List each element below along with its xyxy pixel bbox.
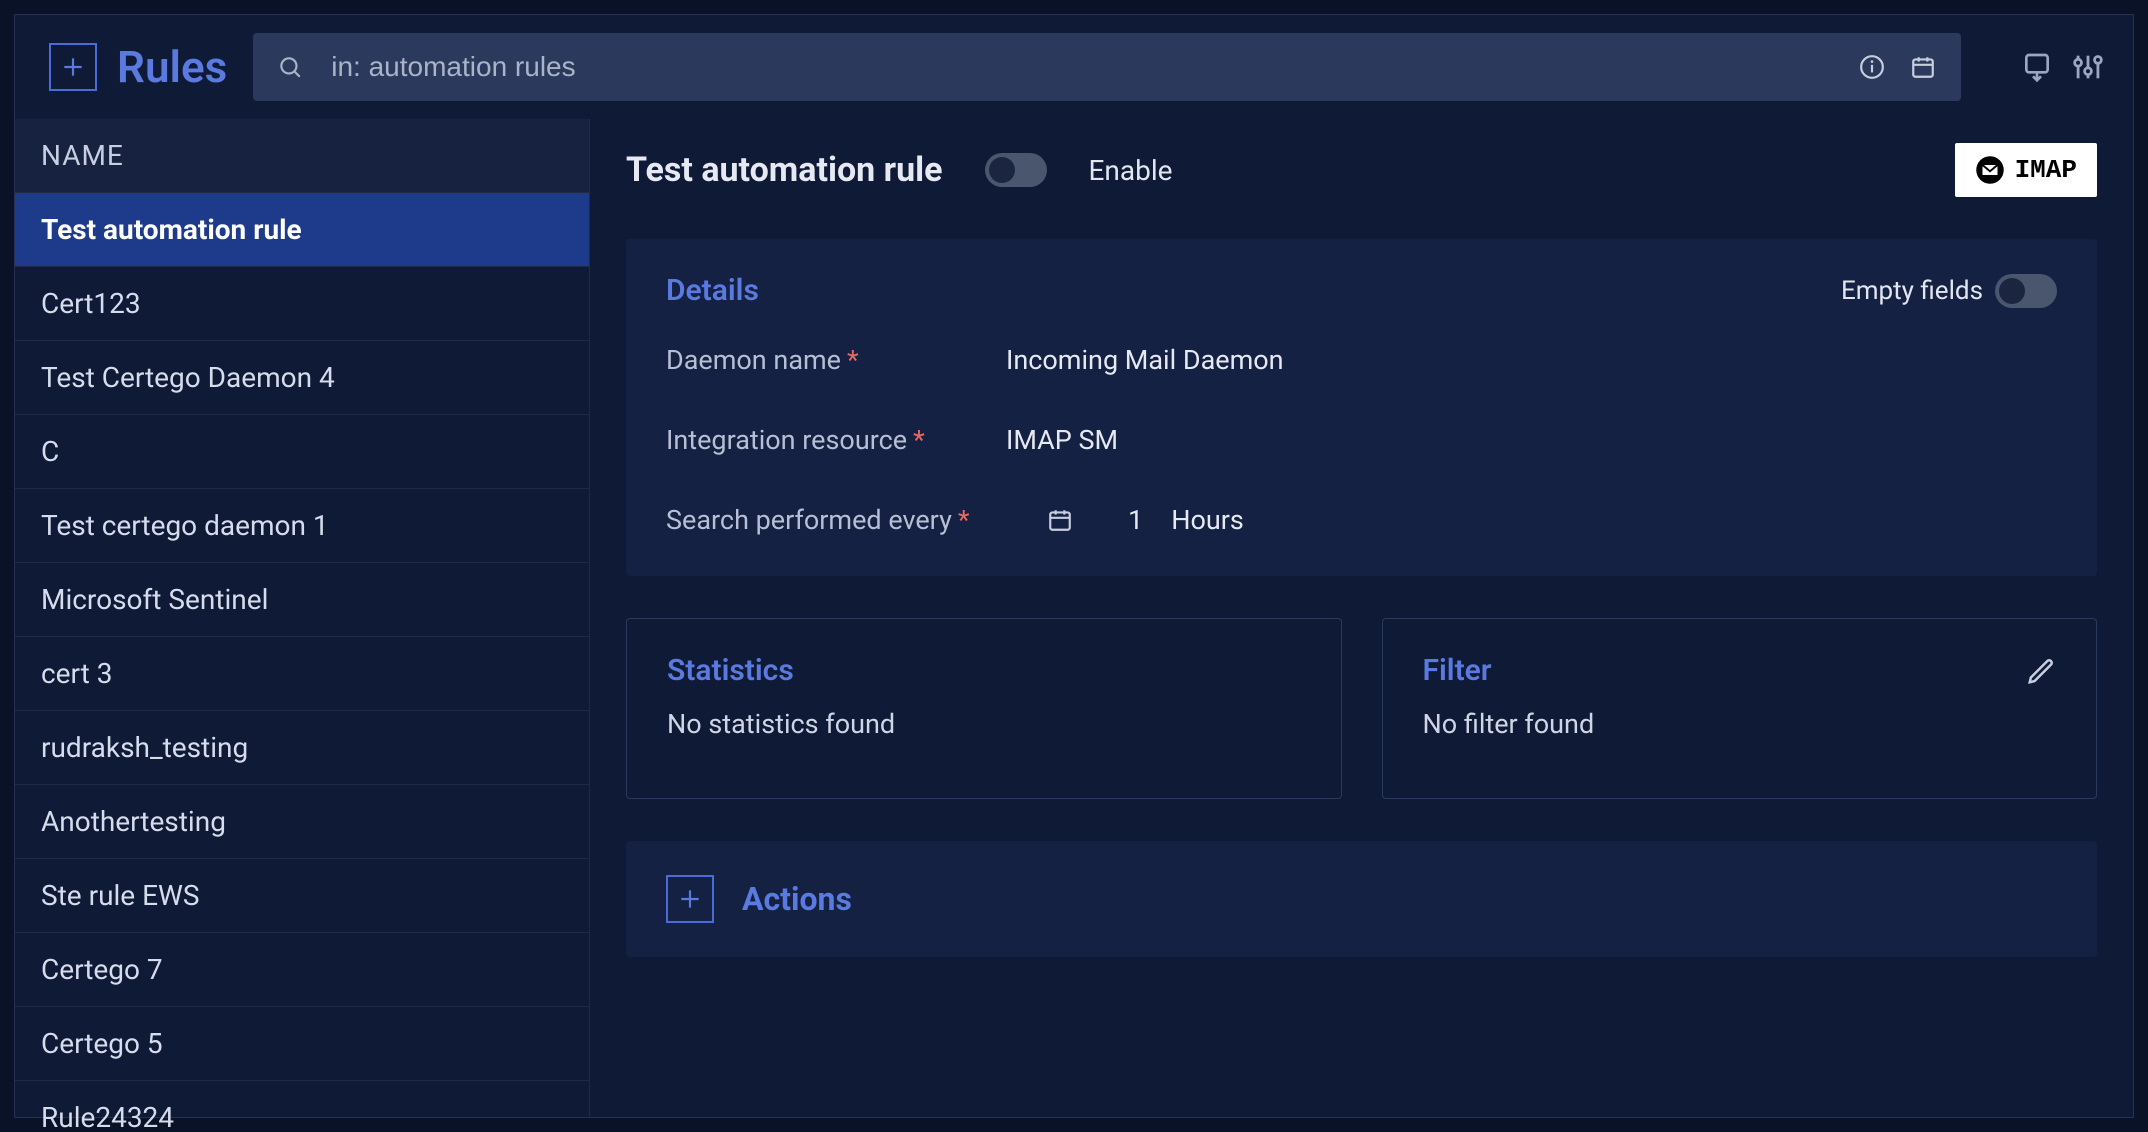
search-frequency-unit: Hours bbox=[1171, 504, 1244, 536]
rule-item[interactable]: C bbox=[15, 415, 589, 489]
rule-item[interactable]: Rule24324 bbox=[15, 1081, 589, 1132]
top-bar: Rules bbox=[15, 15, 2133, 119]
integration-badge: IMAP bbox=[1955, 143, 2097, 197]
rule-detail-pane: Test automation rule Enable IMAP bbox=[590, 119, 2133, 1117]
search-frequency-number: 1 bbox=[1128, 504, 1143, 536]
empty-fields-label: Empty fields bbox=[1841, 276, 1983, 306]
plus-icon bbox=[677, 886, 703, 912]
rule-title: Test automation rule bbox=[626, 150, 943, 190]
rules-sidebar: NAME Test automation rule Cert123 Test C… bbox=[15, 119, 590, 1117]
search-frequency-label: Search performed every* bbox=[666, 504, 1006, 536]
integration-resource-value: IMAP SM bbox=[1006, 424, 1118, 456]
settings-sliders-icon[interactable] bbox=[2071, 50, 2105, 84]
filter-title: Filter bbox=[1423, 653, 1492, 688]
rule-item[interactable]: Ste rule EWS bbox=[15, 859, 589, 933]
rule-item[interactable]: Test certego daemon 1 bbox=[15, 489, 589, 563]
info-icon[interactable] bbox=[1859, 54, 1885, 80]
search-bar[interactable] bbox=[253, 33, 1961, 101]
plus-icon bbox=[60, 54, 86, 80]
details-title: Details bbox=[666, 273, 759, 308]
add-action-button[interactable] bbox=[666, 875, 714, 923]
filter-card: Filter No filter found bbox=[1382, 618, 2098, 799]
search-icon bbox=[277, 54, 303, 80]
empty-fields-toggle[interactable] bbox=[1995, 274, 2057, 308]
rule-item[interactable]: Test automation rule bbox=[15, 193, 589, 267]
add-rule-button[interactable] bbox=[49, 43, 97, 91]
integration-resource-label: Integration resource* bbox=[666, 424, 966, 456]
rule-item[interactable]: Cert123 bbox=[15, 267, 589, 341]
enable-label: Enable bbox=[1089, 154, 1173, 187]
statistics-card: Statistics No statistics found bbox=[626, 618, 1342, 799]
actions-title: Actions bbox=[742, 880, 852, 918]
rule-item[interactable]: Certego 5 bbox=[15, 1007, 589, 1081]
statistics-empty-text: No statistics found bbox=[667, 708, 1301, 740]
rule-item[interactable]: Anothertesting bbox=[15, 785, 589, 859]
calendar-icon bbox=[1046, 507, 1074, 533]
rule-item[interactable]: cert 3 bbox=[15, 637, 589, 711]
sidebar-column-header[interactable]: NAME bbox=[15, 119, 589, 193]
enable-toggle[interactable] bbox=[985, 153, 1047, 187]
mail-icon bbox=[1975, 155, 2005, 185]
daemon-name-label: Daemon name* bbox=[666, 344, 966, 376]
search-input[interactable] bbox=[331, 51, 1831, 83]
actions-panel: Actions bbox=[626, 841, 2097, 957]
rule-item[interactable]: Microsoft Sentinel bbox=[15, 563, 589, 637]
edit-filter-button[interactable] bbox=[2026, 656, 2056, 686]
statistics-title: Statistics bbox=[667, 653, 794, 688]
integration-badge-label: IMAP bbox=[2015, 155, 2077, 185]
details-panel: Details Empty fields Daemon name* Incomi… bbox=[626, 239, 2097, 576]
page-title: Rules bbox=[117, 41, 227, 93]
download-icon[interactable] bbox=[2021, 50, 2053, 84]
filter-empty-text: No filter found bbox=[1423, 708, 2057, 740]
calendar-icon[interactable] bbox=[1909, 54, 1937, 80]
rule-item[interactable]: Certego 7 bbox=[15, 933, 589, 1007]
daemon-name-value: Incoming Mail Daemon bbox=[1006, 344, 1284, 376]
rule-item[interactable]: rudraksh_testing bbox=[15, 711, 589, 785]
rule-item[interactable]: Test Certego Daemon 4 bbox=[15, 341, 589, 415]
